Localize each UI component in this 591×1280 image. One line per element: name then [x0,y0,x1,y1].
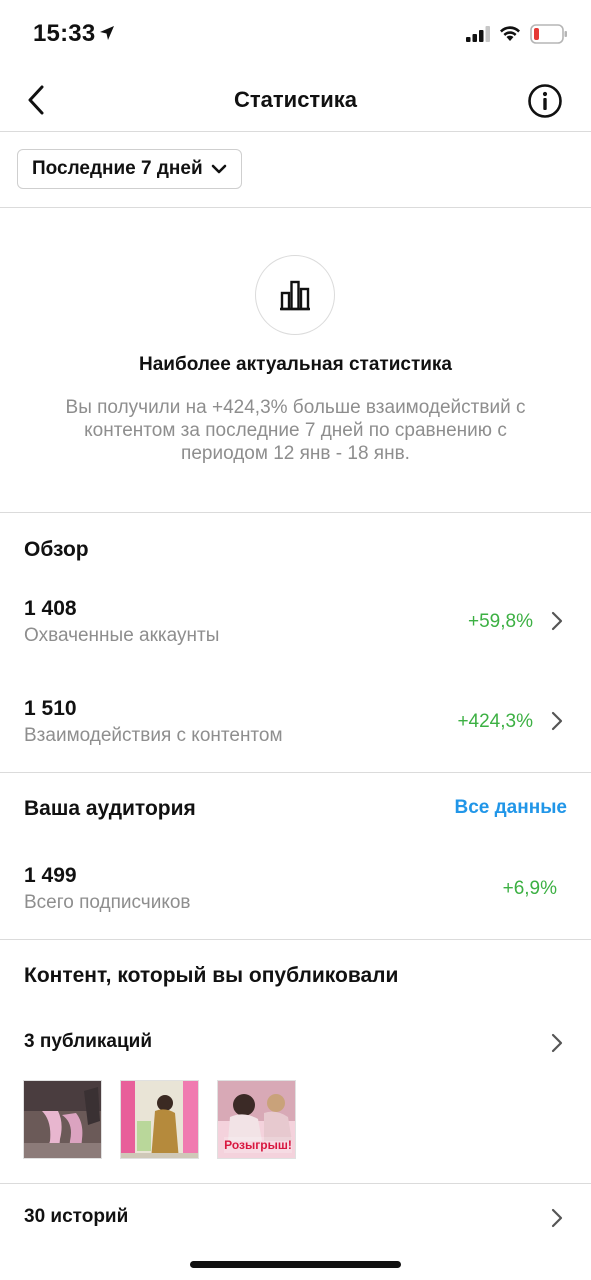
divider [0,939,591,940]
chevron-right-icon [551,611,563,631]
insight-text: Вы получили на +424,3% больше взаимодейс… [65,397,526,464]
post-thumbnail[interactable] [23,1080,102,1159]
metric-change: +6,9% [502,878,557,899]
insight-title: Наиболее актуальная статистика [138,354,453,375]
location-arrow-icon [98,24,116,47]
metric-value: 1 510 [24,697,77,720]
metric-value: 1 499 [24,864,77,887]
signal-icon [466,26,492,47]
post-thumbnail[interactable]: Розыгрыш! [217,1080,296,1159]
chevron-right-icon [551,711,563,731]
overview-title: Обзор [24,538,89,561]
stories-row[interactable]: 30 историй [0,1198,591,1238]
thumbnail-caption: Розыгрыш! [224,1138,292,1152]
stories-count: 30 историй [24,1206,129,1227]
status-time: 15:33 [33,20,96,47]
metric-row-total-followers: 1 499 Всего подписчиков +6,9% [0,864,591,944]
filter-row: Последние 7 дней [0,132,591,208]
see-all-link[interactable]: Все данные [454,797,567,819]
posts-count: 3 публикаций [24,1031,153,1052]
battery-low-icon [530,24,568,49]
metric-label: Всего подписчиков [24,892,191,913]
metric-label: Взаимодействия с контентом [24,725,283,746]
page-title: Статистика [234,87,357,112]
nav-bar: Статистика [0,70,591,132]
posts-row[interactable]: 3 публикаций [0,1023,591,1063]
divider [0,1183,591,1184]
bar-chart-icon [280,280,310,311]
info-icon [528,84,562,118]
home-indicator[interactable] [190,1261,401,1268]
chevron-right-icon [551,1033,563,1053]
metric-change: +59,8% [468,611,533,632]
metric-row-accounts-reached[interactable]: 1 408 Охваченные аккаунты +59,8% [0,597,591,677]
metric-label: Охваченные аккаунты [24,625,220,646]
period-dropdown[interactable]: Последние 7 дней [17,149,242,189]
wifi-icon [498,24,522,47]
status-bar: 15:33 [0,0,591,70]
statistics-screen: 15:33 Статистика Последние 7 дней Наибол… [0,0,591,1280]
period-label: Последние 7 дней [32,158,203,179]
chevron-down-icon [211,164,226,174]
metric-value: 1 408 [24,597,77,620]
metric-row-content-interactions[interactable]: 1 510 Взаимодействия с контентом +424,3% [0,697,591,777]
post-thumbnails: Розыгрыш! [23,1080,296,1159]
metric-change: +424,3% [457,711,533,732]
chevron-right-icon [551,1208,563,1228]
info-button[interactable] [527,83,563,119]
audience-title: Ваша аудитория [24,797,196,820]
content-title: Контент, который вы опубликовали [24,964,399,987]
divider [0,772,591,773]
post-thumbnail[interactable] [120,1080,199,1159]
insight-icon-circle [255,255,335,335]
insight-highlight: Наиболее актуальная статистика Вы получи… [0,208,591,513]
